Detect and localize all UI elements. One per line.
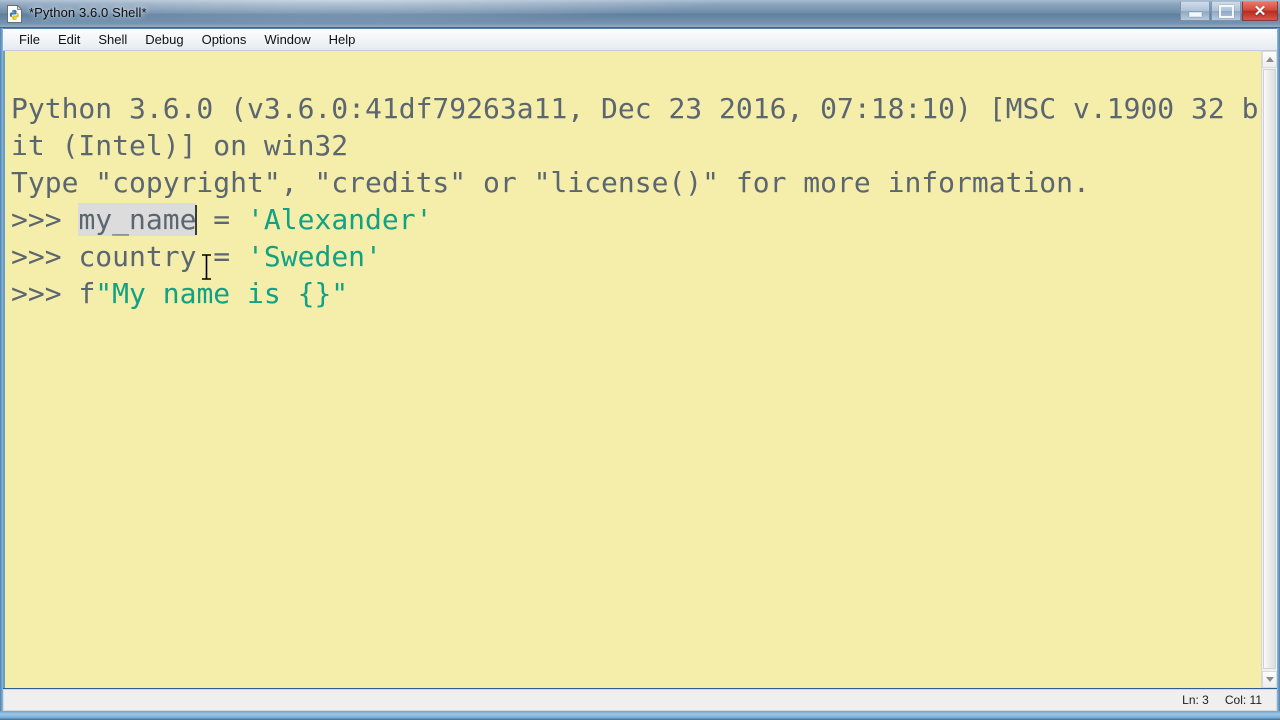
close-button[interactable]: ✕ [1242, 1, 1278, 21]
shell-line-3[interactable]: >>> f"My name is {}" [11, 275, 1263, 312]
shell-text-area[interactable]: Python 3.6.0 (v3.6.0:41df79263a11, Dec 2… [3, 51, 1277, 688]
menu-item-window[interactable]: Window [255, 30, 319, 50]
vertical-scrollbar[interactable] [1261, 51, 1277, 688]
shell-line-1[interactable]: >>> my_name = 'Alexander' [11, 201, 1263, 238]
banner-line-2: Type "copyright", "credits" or "license(… [11, 166, 1090, 199]
title-bar[interactable]: *Python 3.6.0 Shell* ✕ [0, 0, 1280, 28]
menu-item-options[interactable]: Options [193, 30, 256, 50]
scroll-up-button[interactable] [1262, 51, 1277, 68]
menu-item-debug[interactable]: Debug [136, 30, 192, 50]
close-icon: ✕ [1243, 2, 1277, 20]
banner-line-1: Python 3.6.0 (v3.6.0:41df79263a11, Dec 2… [11, 92, 1259, 162]
status-column-number: Col: 11 [1224, 693, 1262, 707]
status-line-number: Ln: 3 [1182, 693, 1209, 707]
menu-item-help[interactable]: Help [320, 30, 365, 50]
variable-name-my-name: my_name [78, 203, 197, 236]
maximize-button[interactable] [1211, 1, 1241, 21]
prompt-2: >>> [11, 240, 79, 273]
window-frame-bottom [0, 711, 1280, 720]
window-title: *Python 3.6.0 Shell* [29, 5, 147, 20]
menu-item-file[interactable]: File [10, 30, 49, 50]
maximize-icon [1212, 2, 1240, 20]
menu-bar: File Edit Shell Debug Options Window Hel… [3, 29, 1277, 51]
shell-content[interactable]: Python 3.6.0 (v3.6.0:41df79263a11, Dec 2… [11, 53, 1263, 386]
variable-name-country: country [78, 240, 197, 273]
menu-item-shell[interactable]: Shell [89, 30, 136, 50]
fstring-prefix: f [78, 277, 96, 310]
shell-line-2[interactable]: >>> country = 'Sweden' [11, 238, 1263, 275]
string-literal-alexander: 'Alexander' [247, 203, 433, 236]
scroll-up-arrow-icon [1265, 57, 1274, 62]
assign-op-1: = [196, 203, 248, 236]
close-glyph: ✕ [1253, 2, 1267, 20]
scroll-down-arrow-icon [1265, 677, 1274, 682]
idle-shell-window: *Python 3.6.0 Shell* ✕ File Edit Shell D… [0, 0, 1280, 720]
status-bar: Ln: 3 Col: 11 [3, 689, 1277, 711]
menu-item-edit[interactable]: Edit [49, 30, 89, 50]
scroll-down-button[interactable] [1262, 671, 1277, 688]
assign-op-2: = [196, 240, 248, 273]
python-idle-icon [7, 4, 23, 23]
minimize-button[interactable] [1180, 1, 1210, 21]
string-literal-sweden: 'Sweden' [247, 240, 382, 273]
scrollbar-thumb[interactable] [1263, 69, 1276, 669]
prompt-1: >>> [11, 203, 79, 236]
prompt-3: >>> [11, 277, 79, 310]
titlebar-glow [0, 0, 1280, 28]
fstring-literal: "My name is {}" [95, 277, 349, 310]
minimize-icon [1181, 2, 1209, 20]
